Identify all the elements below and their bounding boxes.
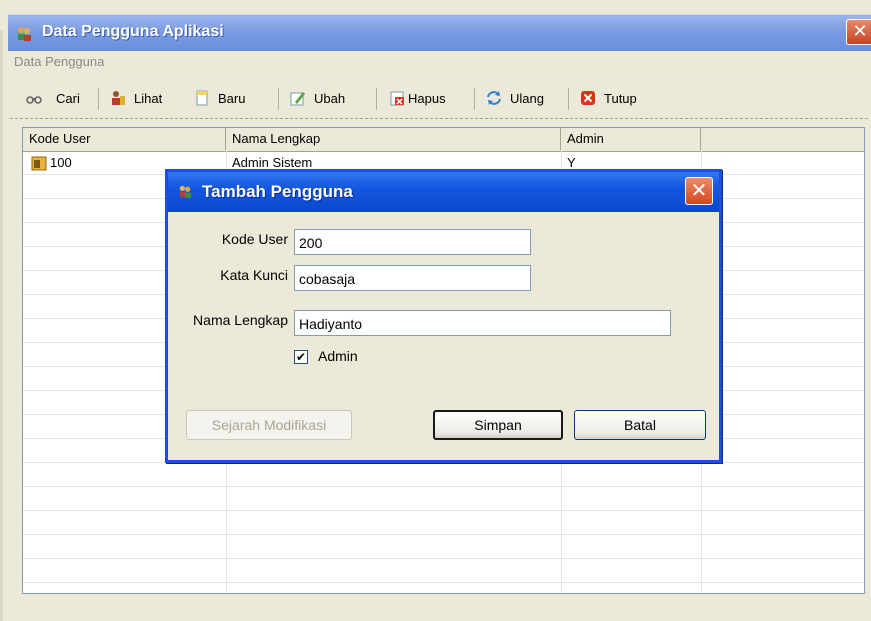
dialog-title: Tambah Pengguna xyxy=(202,182,353,201)
users-icon xyxy=(179,185,192,198)
toolbar-tutup-button[interactable]: Tutup xyxy=(580,88,637,108)
add-user-dialog: Tambah Pengguna ✕ Kode User 200 Kata Kun… xyxy=(165,169,722,463)
toolbar-baru-label: Baru xyxy=(218,90,246,106)
refresh-icon xyxy=(487,91,501,105)
toolbar-lihat-label: Lihat xyxy=(134,90,163,106)
table-row[interactable] xyxy=(23,535,864,559)
delete-icon xyxy=(390,91,404,106)
window-close-button[interactable]: ✕ xyxy=(846,19,871,45)
column-header-nama-lengkap[interactable]: Nama Lengkap xyxy=(226,128,561,150)
batal-button[interactable]: Batal xyxy=(574,410,706,440)
dialog-titlebar[interactable]: Tambah Pengguna ✕ xyxy=(168,172,719,212)
toolbar-separator xyxy=(568,88,569,110)
cell-kode-user-text: 100 xyxy=(50,155,72,170)
toolbar-lihat-button[interactable]: Lihat xyxy=(110,88,162,108)
nama-lengkap-input[interactable]: Hadiyanto xyxy=(294,310,671,336)
toolbar-separator xyxy=(98,88,99,110)
window-title: Data Pengguna Aplikasi xyxy=(42,23,224,40)
table-row[interactable] xyxy=(23,559,864,583)
kode-user-input[interactable]: 200 xyxy=(294,229,531,255)
kode-user-label: Kode User xyxy=(221,231,288,247)
user-view-icon xyxy=(112,91,125,105)
menu-data-pengguna[interactable]: Data Pengguna xyxy=(14,54,104,69)
window-edge xyxy=(0,30,3,621)
column-header-kode-user[interactable]: Kode User xyxy=(23,128,226,150)
toolbar-ulang-label: Ulang xyxy=(510,90,544,106)
toolbar-hapus-button[interactable]: Hapus xyxy=(390,88,446,108)
admin-checkbox[interactable]: ✔ xyxy=(294,350,308,364)
toolbar-cari-button[interactable]: Cari xyxy=(26,88,80,108)
edit-icon xyxy=(290,92,305,106)
record-icon xyxy=(31,156,47,171)
toolbar-cari-label: Cari xyxy=(56,90,80,106)
toolbar-ulang-button[interactable]: Ulang xyxy=(486,88,544,108)
admin-checkbox-label[interactable]: Admin xyxy=(318,348,358,364)
toolbar-separator xyxy=(278,88,279,110)
nama-lengkap-label: Nama Lengkap xyxy=(193,312,288,328)
grid-header: Kode User Nama Lengkap Admin xyxy=(23,128,864,152)
kata-kunci-input[interactable]: cobasaja xyxy=(294,265,531,291)
users-icon xyxy=(18,27,31,41)
toolbar-separator xyxy=(376,88,377,110)
column-header-admin[interactable]: Admin xyxy=(561,128,701,150)
table-row[interactable] xyxy=(23,511,864,535)
toolbar-baru-button[interactable]: Baru xyxy=(194,88,245,108)
kata-kunci-label: Kata Kunci xyxy=(220,267,288,283)
toolbar-ubah-button[interactable]: Ubah xyxy=(290,88,345,108)
new-document-icon xyxy=(196,90,208,106)
dialog-close-button[interactable]: ✕ xyxy=(685,177,713,205)
table-row[interactable] xyxy=(23,463,864,487)
simpan-button[interactable]: Simpan xyxy=(433,410,563,440)
toolbar-ubah-label: Ubah xyxy=(314,90,346,106)
binoculars-icon xyxy=(26,96,42,104)
table-row[interactable] xyxy=(23,487,864,511)
main-titlebar[interactable]: Data Pengguna Aplikasi ✕ xyxy=(8,14,871,51)
toolbar-hapus-label: Hapus xyxy=(408,90,446,106)
toolbar: Cari Lihat Baru Ubah Hapus Ulang Tutup xyxy=(10,80,868,119)
close-icon xyxy=(581,91,595,105)
toolbar-tutup-label: Tutup xyxy=(604,90,637,106)
toolbar-separator xyxy=(474,88,475,110)
sejarah-modifikasi-button[interactable]: Sejarah Modifikasi xyxy=(186,410,352,440)
